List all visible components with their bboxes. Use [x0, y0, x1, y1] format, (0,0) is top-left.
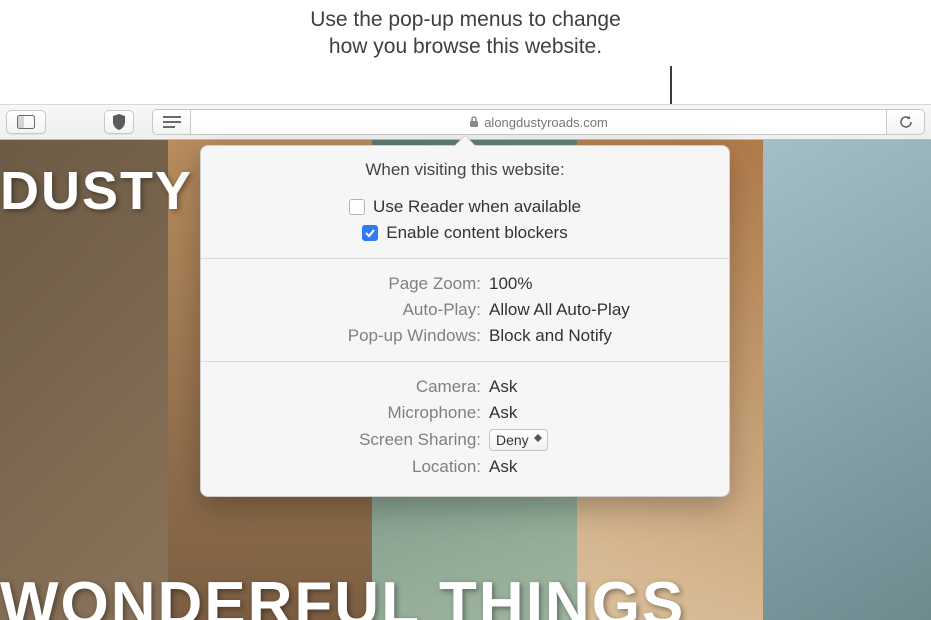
- annotation-line-2: how you browse this website.: [0, 33, 931, 60]
- bg-heading-2: WONDERFUL THINGS: [0, 569, 685, 620]
- divider: [201, 258, 729, 259]
- popup-windows-label: Pop-up Windows:: [221, 326, 481, 346]
- content-blockers-label: Enable content blockers: [386, 223, 567, 243]
- address-bar-group: alongdustyroads.com: [152, 109, 925, 135]
- content-blockers-checkbox[interactable]: [362, 225, 378, 241]
- microphone-popup[interactable]: Ask: [489, 403, 517, 423]
- microphone-label: Microphone:: [221, 403, 481, 423]
- screen-sharing-row: Screen Sharing: Deny: [201, 426, 729, 454]
- divider: [201, 361, 729, 362]
- auto-play-row: Auto-Play: Allow All Auto-Play: [201, 297, 729, 323]
- microphone-row: Microphone: Ask: [201, 400, 729, 426]
- annotation-line-1: Use the pop-up menus to change: [0, 6, 931, 33]
- popover-title: When visiting this website:: [201, 160, 729, 180]
- page-zoom-row: Page Zoom: 100%: [201, 271, 729, 297]
- auto-play-label: Auto-Play:: [221, 300, 481, 320]
- use-reader-checkbox[interactable]: [349, 199, 365, 215]
- popover-arrow: [454, 136, 476, 147]
- popup-windows-popup[interactable]: Block and Notify: [489, 326, 612, 346]
- page-zoom-popup[interactable]: 100%: [489, 274, 532, 294]
- annotation-callout: Use the pop-up menus to change how you b…: [0, 6, 931, 61]
- popup-windows-row: Pop-up Windows: Block and Notify: [201, 323, 729, 349]
- location-popup[interactable]: Ask: [489, 457, 517, 477]
- privacy-report-button[interactable]: [104, 110, 134, 134]
- shield-icon: [112, 114, 126, 130]
- page-zoom-label: Page Zoom:: [221, 274, 481, 294]
- reload-icon: [899, 115, 913, 129]
- reader-view-button[interactable]: [152, 109, 190, 135]
- address-bar[interactable]: alongdustyroads.com: [190, 109, 887, 135]
- screen-sharing-popup[interactable]: Deny: [489, 429, 548, 451]
- camera-popup[interactable]: Ask: [489, 377, 517, 397]
- reload-button[interactable]: [887, 109, 925, 135]
- location-label: Location:: [221, 457, 481, 477]
- location-row: Location: Ask: [201, 454, 729, 480]
- camera-label: Camera:: [221, 377, 481, 397]
- website-settings-popover: When visiting this website: Use Reader w…: [200, 145, 730, 497]
- use-reader-label: Use Reader when available: [373, 197, 581, 217]
- camera-row: Camera: Ask: [201, 374, 729, 400]
- check-icon: [364, 227, 376, 239]
- screen-sharing-label: Screen Sharing:: [221, 430, 481, 450]
- browser-toolbar: alongdustyroads.com: [0, 104, 931, 140]
- reader-lines-icon: [163, 116, 181, 128]
- auto-play-popup[interactable]: Allow All Auto-Play: [489, 300, 630, 320]
- sidebar-icon: [17, 115, 35, 129]
- sidebar-toggle-button[interactable]: [6, 110, 46, 134]
- url-text: alongdustyroads.com: [484, 115, 608, 130]
- lock-icon: [469, 116, 479, 128]
